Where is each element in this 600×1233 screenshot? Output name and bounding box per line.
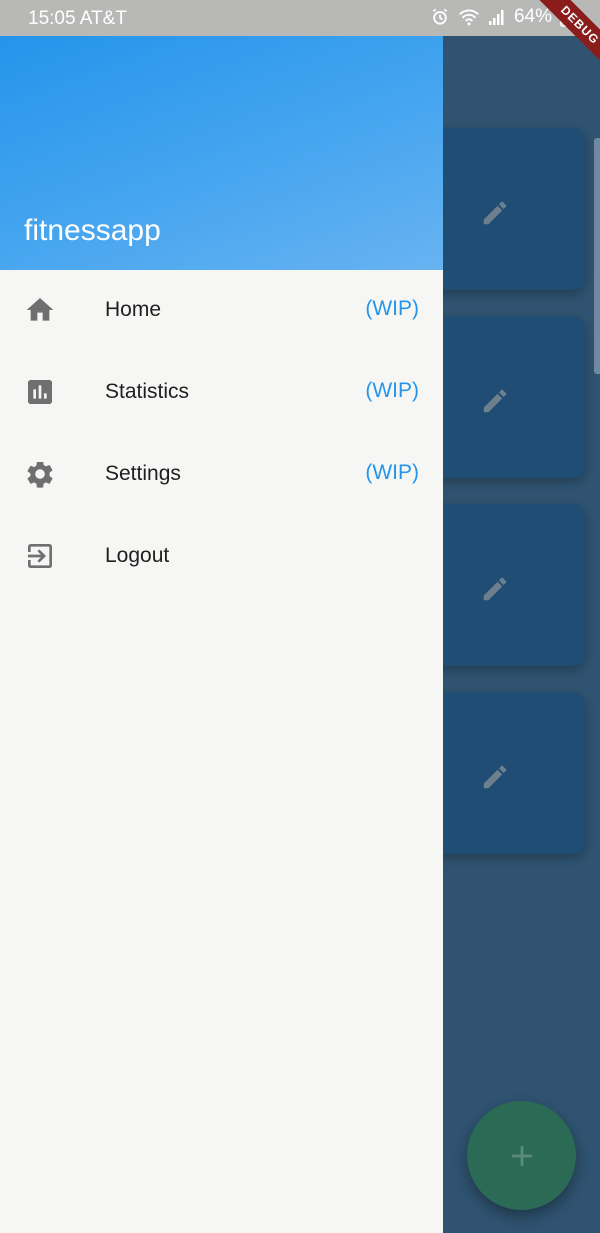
wip-badge: (WIP)	[365, 461, 419, 484]
edit-icon[interactable]	[480, 386, 510, 416]
scrollbar-thumb[interactable]	[594, 138, 600, 374]
logout-icon	[28, 544, 52, 568]
bar-chart-icon	[28, 380, 52, 404]
drawer-header: fitnessapp	[0, 36, 443, 270]
wip-badge: (WIP)	[365, 297, 419, 320]
menu-item-settings[interactable]: Settings (WIP)	[0, 434, 443, 516]
edit-icon[interactable]	[480, 762, 510, 792]
battery-percent: 64%	[513, 6, 552, 27]
menu-item-label: Logout	[105, 544, 170, 567]
gear-icon	[27, 461, 53, 488]
signal-icon	[488, 10, 504, 25]
drawer-menu: Home (WIP) Statistics (WIP) Settings (WI…	[0, 270, 443, 598]
edit-icon[interactable]	[480, 198, 510, 228]
menu-item-label: Statistics	[105, 380, 190, 403]
add-icon	[511, 1145, 532, 1166]
wifi-icon	[459, 9, 479, 26]
menu-item-home[interactable]: Home (WIP)	[0, 270, 443, 352]
alarm-icon	[432, 8, 448, 25]
menu-item-label: Settings	[105, 462, 181, 485]
navigation-drawer: fitnessapp Home (WIP) Statistics (WIP) S…	[0, 36, 443, 1233]
wip-badge: (WIP)	[365, 379, 419, 402]
menu-item-statistics[interactable]: Statistics (WIP)	[0, 352, 443, 434]
status-bar: 15:05 AT&T 64%	[0, 0, 600, 36]
status-time: 15:05 AT&T	[28, 8, 127, 29]
app-title: fitnessapp	[24, 214, 161, 247]
home-icon	[26, 298, 54, 321]
edit-icon[interactable]	[480, 574, 510, 604]
add-workout-button[interactable]	[467, 1101, 576, 1210]
menu-item-label: Home	[105, 298, 162, 321]
menu-item-logout[interactable]: Logout	[0, 516, 443, 598]
